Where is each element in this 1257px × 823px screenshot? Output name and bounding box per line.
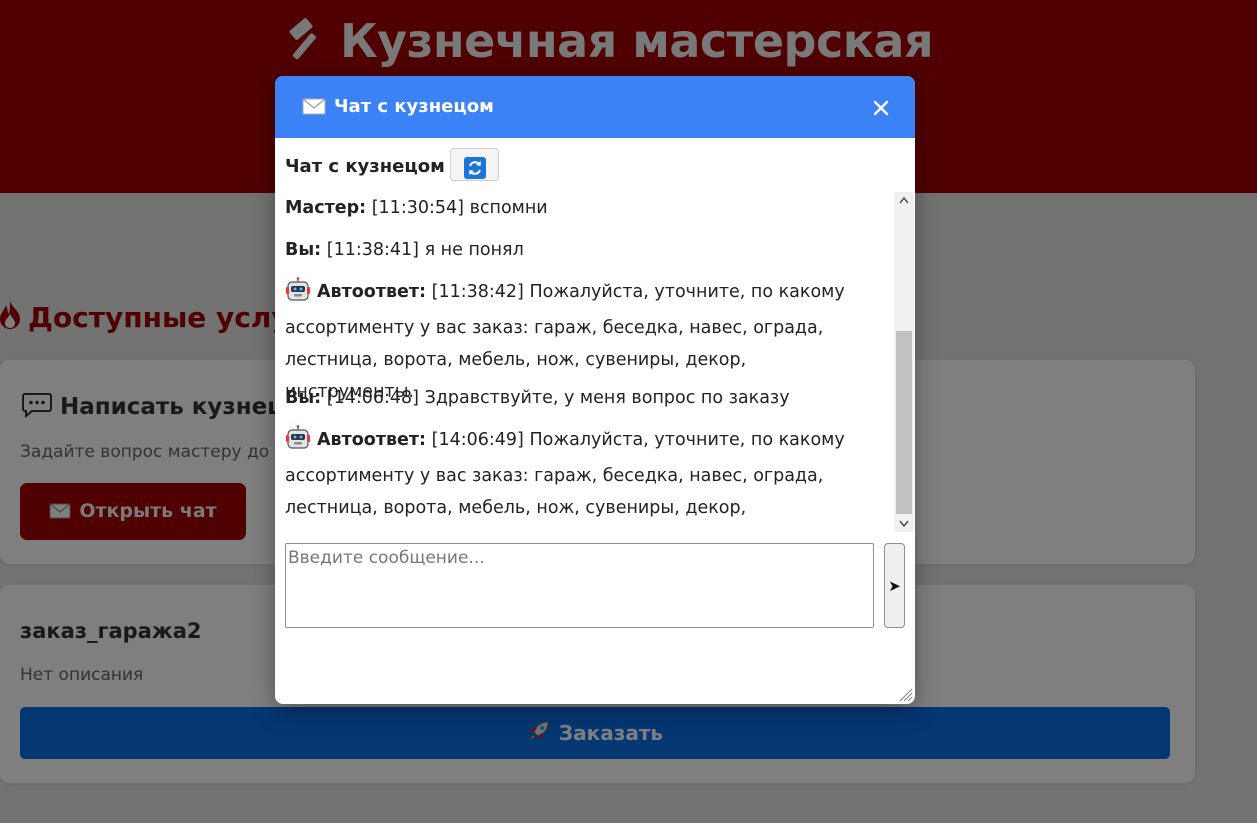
message-item: Мастер: [11:30:54] вспомни <box>285 192 880 224</box>
message-time: [14:06:48] <box>326 388 420 408</box>
modal-title-text: Чат с кузнецом <box>334 96 494 117</box>
resize-grip-icon <box>899 688 913 702</box>
modal-title: Чат с кузнецом <box>302 96 494 120</box>
scroll-down-arrow[interactable] <box>894 515 914 532</box>
send-button[interactable]: ➤ <box>884 543 905 628</box>
chat-label: Чат с кузнецом <box>285 156 445 177</box>
message-time: [11:38:41] <box>326 240 420 260</box>
messages-scrollbar[interactable] <box>894 192 914 532</box>
robot-icon <box>285 277 311 312</box>
message-item: Вы: [11:38:41] я не понял <box>285 234 880 266</box>
modal-header: Чат с кузнецом <box>275 76 915 138</box>
message-author: Мастер: <box>285 198 367 218</box>
robot-icon <box>285 425 311 460</box>
chevron-up-icon <box>899 196 909 204</box>
scroll-up-arrow[interactable] <box>894 192 914 209</box>
close-button[interactable] <box>867 94 895 122</box>
message-author: Вы: <box>285 388 322 408</box>
message-author: Автоответ: <box>317 430 427 450</box>
message-input[interactable] <box>285 543 874 628</box>
scrollbar-thumb[interactable] <box>896 331 912 514</box>
envelope-icon <box>302 98 326 120</box>
message-item: Автоответ: [14:06:49] Пожалуйста, уточни… <box>285 424 880 532</box>
message-item: Вы: [14:06:48] Здравствуйте, у меня вопр… <box>285 382 880 414</box>
message-author: Автоответ: <box>317 282 427 302</box>
refresh-button[interactable] <box>450 148 499 181</box>
close-icon <box>867 100 895 125</box>
message-text: я не понял <box>424 240 524 260</box>
message-author: Вы: <box>285 240 322 260</box>
refresh-icon <box>451 156 498 179</box>
message-text: вспомни <box>469 198 548 218</box>
message-time: [11:30:54] <box>371 198 464 218</box>
message-text: Здравствуйте, у меня вопрос по заказу <box>424 388 790 408</box>
page: Кузнечная мастерская Доступные услуги На… <box>0 0 1257 823</box>
messages-list: Мастер: [11:30:54] вспомни Вы: [11:38:41… <box>275 192 915 532</box>
message-time: [14:06:49] <box>431 430 524 450</box>
resize-handle[interactable] <box>897 686 913 702</box>
chevron-down-icon <box>899 520 909 528</box>
chat-modal: Чат с кузнецом Чат с кузнецом Мастер: [1… <box>275 76 915 704</box>
message-time: [11:38:42] <box>431 282 524 302</box>
